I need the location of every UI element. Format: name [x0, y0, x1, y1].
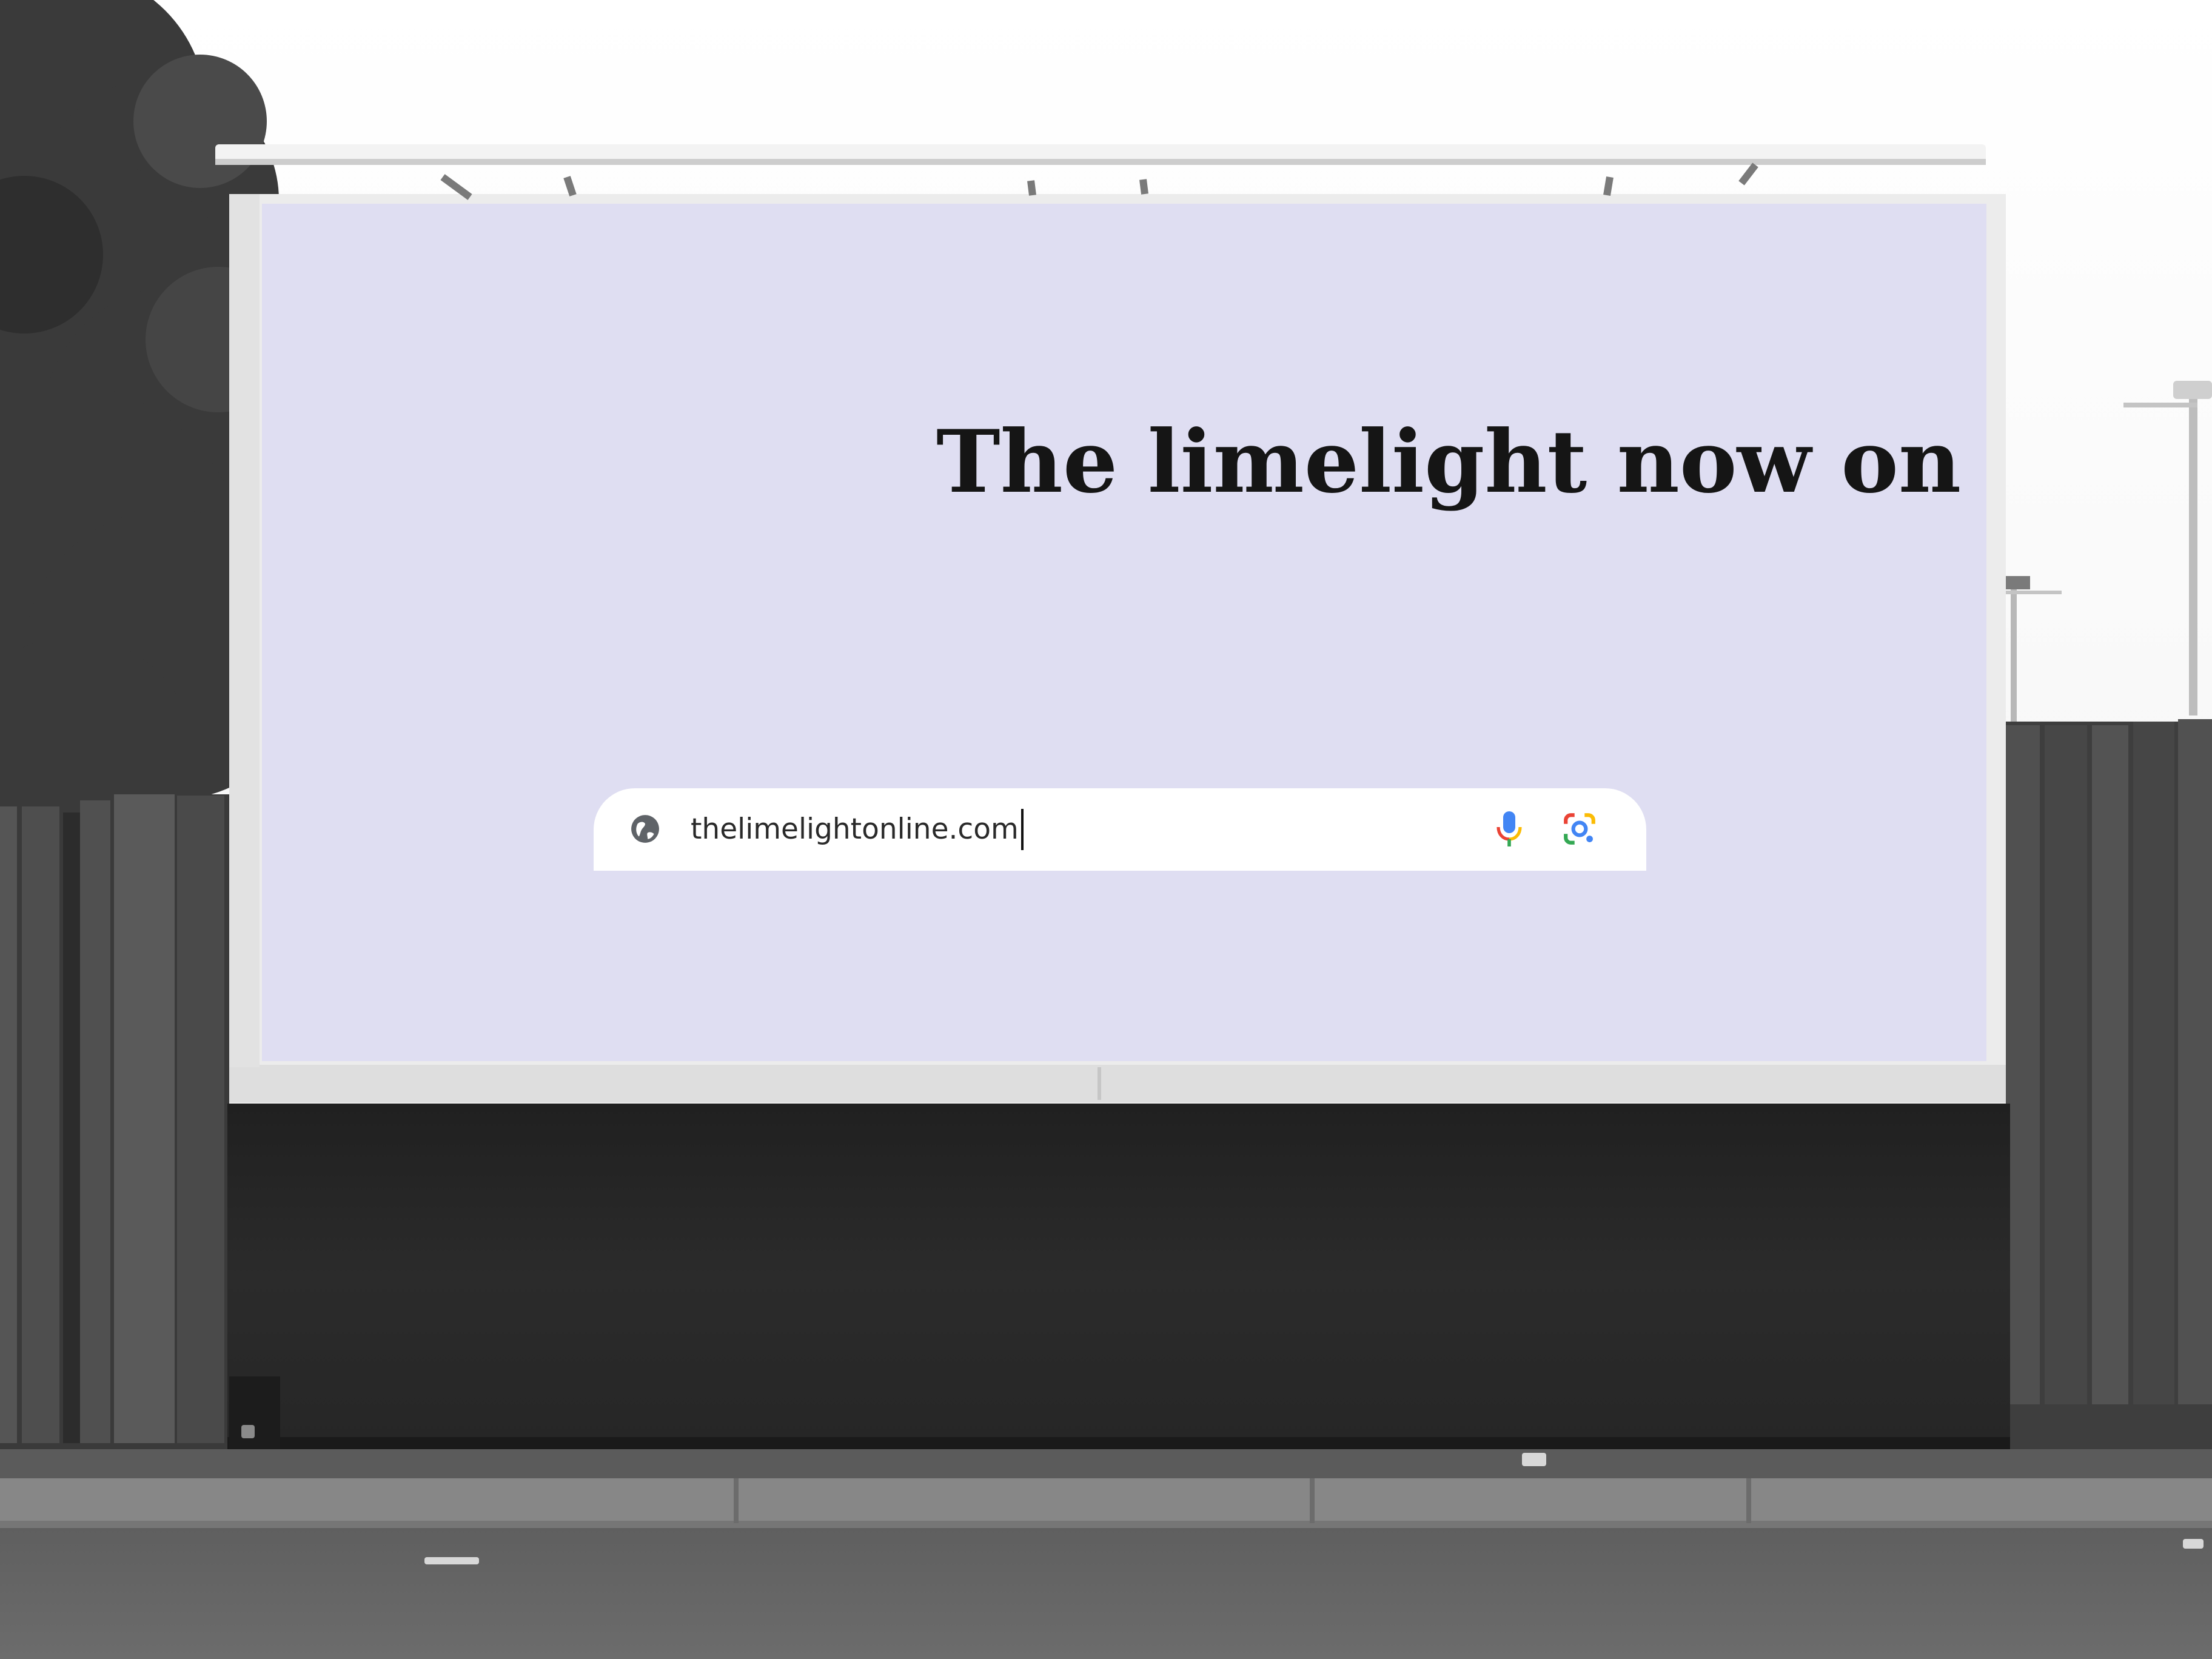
search-bar[interactable]: thelimelightonline.com: [594, 788, 1646, 871]
headline: The limelight now on web: [936, 412, 1986, 512]
google-lens-icon[interactable]: [1562, 811, 1597, 846]
hoarding-panel: [227, 1104, 2010, 1449]
billboard-poster: The limelight now on web thelimelightonl…: [262, 204, 1986, 1061]
text-cursor: [1021, 809, 1024, 850]
curb: [0, 1478, 2212, 1523]
microphone-icon[interactable]: [1495, 810, 1524, 849]
wooden-fence-right: [2001, 719, 2212, 1461]
road: [0, 1528, 2212, 1659]
url-text: thelimelightonline.com: [691, 813, 1019, 846]
wooden-fence-left: [0, 794, 230, 1449]
globe-icon: [631, 815, 659, 843]
